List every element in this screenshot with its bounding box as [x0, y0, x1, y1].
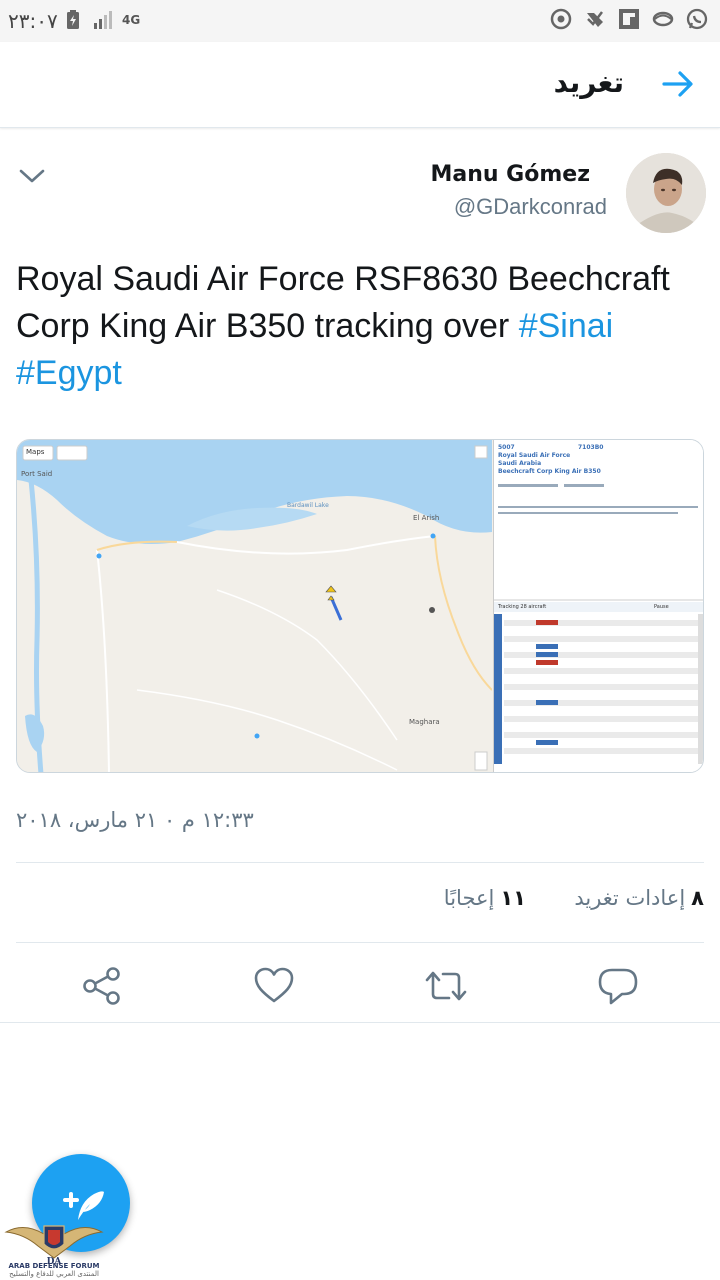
reply-icon[interactable] [596, 964, 640, 1008]
divider [0, 1022, 720, 1023]
likes-label: إعجابًا [443, 886, 495, 910]
chevron-down-icon[interactable] [18, 164, 46, 188]
share-icon[interactable] [80, 964, 124, 1008]
divider [16, 862, 704, 863]
status-bar: ٢٣:٠٧ 4G [0, 0, 720, 42]
app-header: تغريد [0, 42, 720, 128]
map-view[interactable]: Maps Port Said Bardawil Lake El Arish Ma… [17, 440, 493, 772]
author-name[interactable]: Manu Gómez [430, 162, 590, 187]
watermark-text: ARAB DEFENSE FORUM [8, 1262, 100, 1270]
panel-flight: 5007 [498, 444, 515, 451]
retweet-icon[interactable] [424, 964, 468, 1008]
panel-hex: 7103B0 [578, 444, 604, 451]
tweet-stats: ٨إعادات تغريد ١١إعجابًا [0, 886, 720, 926]
avatar[interactable] [626, 153, 706, 233]
battery-charging-icon [67, 10, 79, 29]
likes-count: ١١ [500, 886, 526, 910]
flipboard-icon [619, 9, 639, 29]
map-label-port-said: Port Said [21, 470, 53, 478]
panel-pause[interactable]: Pause [654, 604, 669, 610]
chrome-icon [550, 8, 572, 30]
retweets-label: إعادات تغريد [574, 886, 686, 910]
likes-stat[interactable]: ١١إعجابًا [444, 886, 526, 910]
panel-aircraft: Beechcraft Corp King Air B350 [498, 468, 601, 475]
panel-operator: Royal Saudi Air Force [498, 452, 571, 459]
status-time: ٢٣:٠٧ [8, 9, 58, 33]
hashtag-egypt[interactable]: #Egypt [16, 354, 122, 392]
arrow-right-icon[interactable] [660, 66, 696, 102]
opera-icon [652, 11, 674, 27]
avatar-photo [626, 153, 706, 233]
panel-table-title: Tracking 28 aircraft [498, 604, 547, 610]
retweets-count: ٨ [691, 886, 704, 910]
network-type: 4G [122, 13, 141, 27]
hashtag-sinai[interactable]: #Sinai [519, 307, 614, 345]
map-label-el-arish: El Arish [413, 514, 440, 522]
tweet-media[interactable]: Maps Port Said Bardawil Lake El Arish Ma… [16, 439, 704, 773]
map-type-button[interactable]: Maps [26, 448, 44, 456]
panel-country: Saudi Arabia [498, 460, 542, 467]
aircraft-info-panel: 5007 7103B0 Royal Saudi Air Force Saudi … [493, 440, 703, 772]
tweet-timestamp: ١٢:٣٣ م ٠ ٢١ مارس، ٢٠١٨ [16, 808, 254, 832]
divider [16, 942, 704, 943]
retweets-stat[interactable]: ٨إعادات تغريد [574, 886, 704, 910]
tweet-text: Royal Saudi Air Force RSF8630 Beechcraft… [16, 256, 712, 397]
map-label-lake: Bardawil Lake [287, 502, 329, 509]
author-handle[interactable]: @GDarkconrad [454, 194, 607, 220]
action-bar [0, 958, 720, 1014]
signal-icon [94, 11, 112, 29]
watermark-text-arabic: المنتدى العربي للدفاع والتسليح [9, 1270, 99, 1278]
whatsapp-icon [686, 8, 708, 30]
map-label-maghara: Maghara [409, 718, 440, 726]
page-title: تغريد [553, 66, 624, 99]
check-icon [587, 11, 603, 27]
like-icon[interactable] [252, 964, 296, 1008]
